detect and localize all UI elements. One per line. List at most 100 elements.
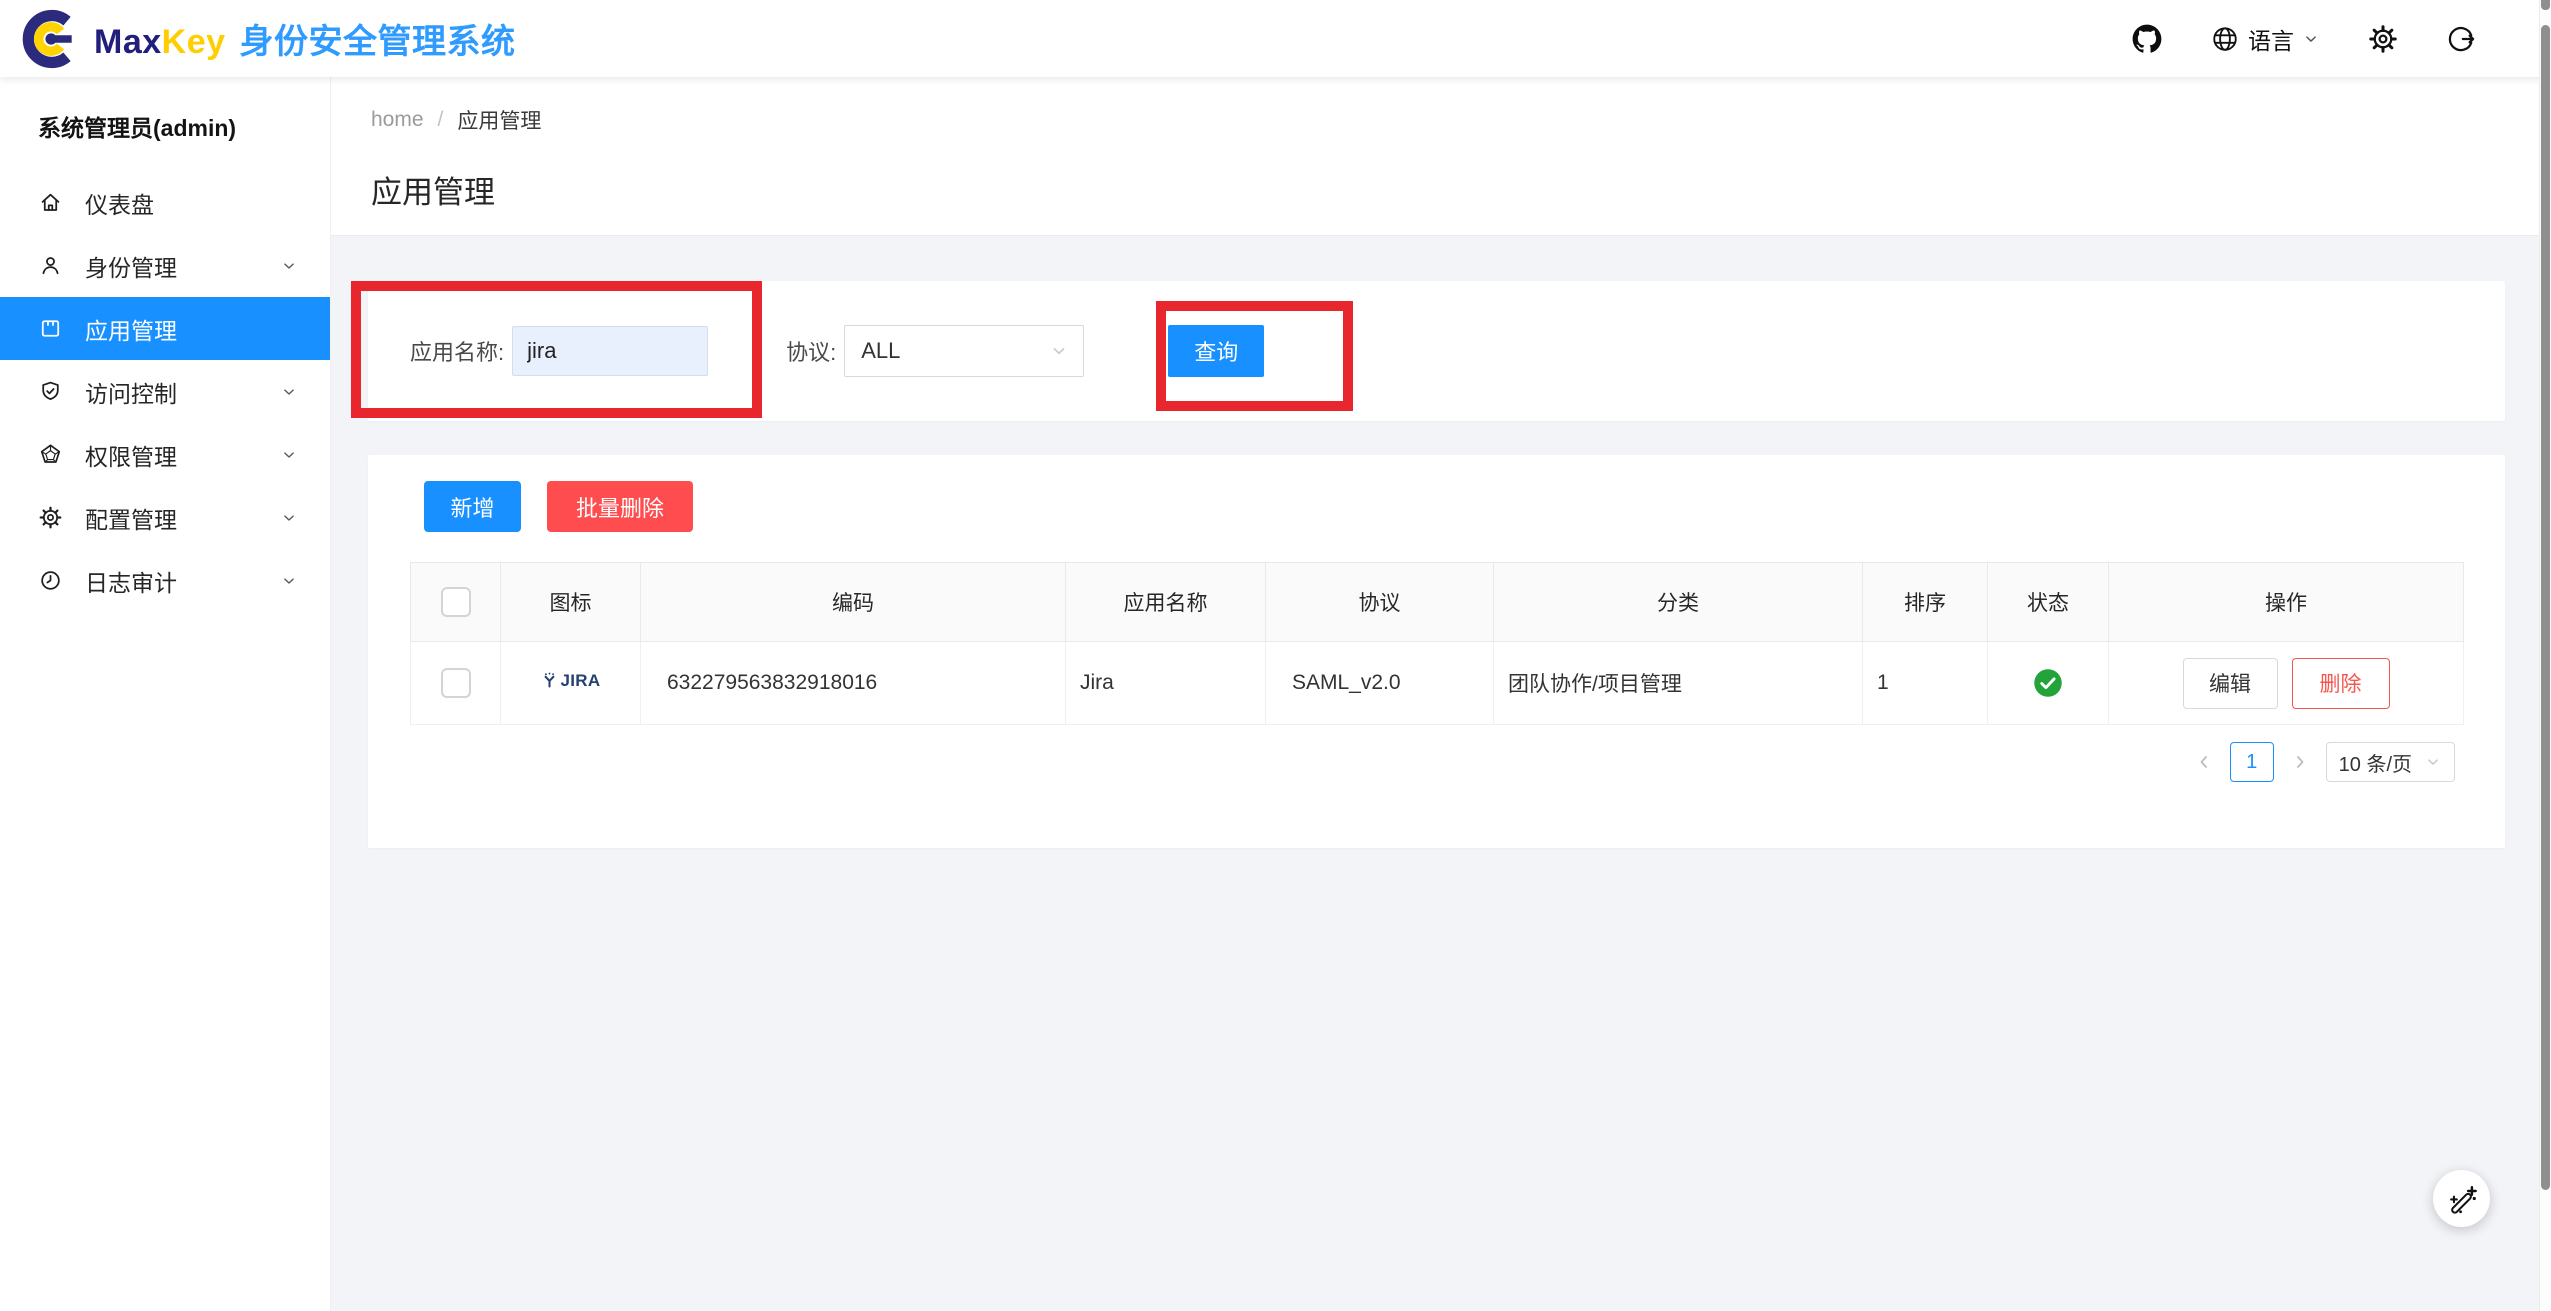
app-name-input[interactable] <box>512 326 708 376</box>
globe-icon <box>2210 24 2240 54</box>
chevron-down-icon <box>280 446 298 464</box>
scrollbar-top-fragment <box>2541 0 2550 10</box>
home-icon <box>38 190 63 215</box>
logout-icon[interactable] <box>2446 24 2476 54</box>
query-button[interactable]: 查询 <box>1168 325 1264 377</box>
brand: MaxKey 身份安全管理系统 <box>22 6 516 72</box>
page-title: 应用管理 <box>371 167 2540 212</box>
brand-max: Max <box>94 23 162 61</box>
select-all-checkbox[interactable] <box>441 587 471 617</box>
sidebar-item-configuration[interactable]: 配置管理 <box>0 486 330 549</box>
column-header-protocol: 协议 <box>1266 563 1494 642</box>
scrollbar-thumb[interactable] <box>2541 25 2550 1190</box>
chevron-down-icon <box>280 509 298 527</box>
previous-page-icon[interactable] <box>2194 752 2214 772</box>
column-header-app-name: 应用名称 <box>1066 563 1266 642</box>
sidebar-item-dashboard[interactable]: 仪表盘 <box>0 171 330 234</box>
row-status-cell <box>1988 642 2109 725</box>
language-selector[interactable]: 语言 <box>2210 22 2320 56</box>
table-toolbar: 新增 批量删除 <box>368 455 2505 532</box>
chevron-down-icon <box>280 383 298 401</box>
row-icon-cell: JIRA <box>501 642 641 725</box>
column-header-icon: 图标 <box>501 563 641 642</box>
column-header-sort: 排序 <box>1863 563 1988 642</box>
row-category-cell: 团队协作/项目管理 <box>1494 642 1863 725</box>
breadcrumb-home[interactable]: home <box>371 108 424 132</box>
sidebar-menu: 仪表盘 身份管理 应用管理 访问控制 <box>0 171 330 612</box>
sidebar-item-label: 配置管理 <box>85 501 177 535</box>
sidebar-item-label: 身份管理 <box>85 249 177 283</box>
sidebar-item-label: 应用管理 <box>85 312 177 346</box>
row-protocol-cell: SAML_v2.0 <box>1266 642 1494 725</box>
sidebar-item-label: 日志审计 <box>85 564 177 598</box>
sidebar-item-label: 权限管理 <box>85 438 177 472</box>
page-number-button[interactable]: 1 <box>2230 742 2274 782</box>
pagination: 1 10 条/页 <box>2194 742 2455 782</box>
page-size-value: 10 条/页 <box>2339 748 2412 777</box>
sidebar: 系统管理员(admin) 仪表盘 身份管理 应用管理 <box>0 77 331 1311</box>
table-header-row: 图标 编码 应用名称 协议 分类 排序 状态 操作 <box>411 563 2464 642</box>
vertical-scrollbar <box>2539 0 2551 1311</box>
next-page-icon[interactable] <box>2290 752 2310 772</box>
page-hero: home / 应用管理 应用管理 <box>331 77 2540 236</box>
clock-icon <box>38 568 63 593</box>
current-user-label: 系统管理员(admin) <box>0 77 330 157</box>
maxkey-admin-window: MaxKey 身份安全管理系统 语言 <box>0 0 2551 1311</box>
row-checkbox[interactable] <box>441 668 471 698</box>
select-all-header <box>411 563 501 642</box>
row-code-cell: 632279563832918016 <box>641 642 1066 725</box>
settings-gear-icon[interactable] <box>2368 24 2398 54</box>
github-icon[interactable] <box>2132 24 2162 54</box>
sidebar-item-permissions[interactable]: 权限管理 <box>0 423 330 486</box>
chevron-down-icon <box>2302 30 2320 48</box>
sidebar-item-label: 仪表盘 <box>85 186 154 220</box>
protocol-label: 协议: <box>786 335 836 367</box>
protocol-select[interactable]: ALL <box>844 325 1084 377</box>
app-window-icon <box>38 316 63 341</box>
header-actions: 语言 <box>2132 22 2476 56</box>
page-size-select[interactable]: 10 条/页 <box>2326 742 2455 782</box>
sidebar-item-label: 访问控制 <box>85 375 177 409</box>
row-app-name-cell: Jira <box>1066 642 1266 725</box>
status-enabled-icon <box>2033 668 2063 698</box>
column-header-status: 状态 <box>1988 563 2109 642</box>
add-button[interactable]: 新增 <box>424 481 521 532</box>
sidebar-item-audit-log[interactable]: 日志审计 <box>0 549 330 612</box>
applications-panel: 新增 批量删除 图标 编码 应用名称 协议 分类 排序 状态 操作 <box>368 455 2505 848</box>
brand-title: MaxKey 身份安全管理系统 <box>94 14 516 63</box>
protocol-selected-value: ALL <box>861 338 900 364</box>
breadcrumb: home / 应用管理 <box>371 105 2540 135</box>
brand-suffix: 身份安全管理系统 <box>240 23 516 61</box>
row-actions-cell: 编辑 删除 <box>2109 642 2464 725</box>
language-label: 语言 <box>2248 22 2294 56</box>
app-header: MaxKey 身份安全管理系统 语言 <box>0 0 2551 77</box>
breadcrumb-separator: / <box>438 108 444 132</box>
sidebar-item-access-control[interactable]: 访问控制 <box>0 360 330 423</box>
edit-button[interactable]: 编辑 <box>2183 658 2278 709</box>
app-name-label: 应用名称: <box>410 335 504 367</box>
sidebar-item-identity[interactable]: 身份管理 <box>0 234 330 297</box>
shield-check-icon <box>38 379 63 404</box>
magic-wand-fab[interactable] <box>2433 1170 2490 1227</box>
row-sort-cell: 1 <box>1863 642 1988 725</box>
row-select-cell <box>411 642 501 725</box>
batch-delete-button[interactable]: 批量删除 <box>547 481 693 532</box>
magic-wand-icon <box>2445 1182 2479 1216</box>
filter-panel: 应用名称: 协议: ALL 查询 <box>368 281 2505 421</box>
sidebar-item-applications[interactable]: 应用管理 <box>0 297 330 360</box>
chevron-down-icon <box>2424 753 2442 771</box>
jira-logo-text: JIRA <box>561 671 601 691</box>
chevron-down-icon <box>1049 341 1069 361</box>
breadcrumb-current: 应用管理 <box>457 105 541 135</box>
user-icon <box>38 253 63 278</box>
column-header-actions: 操作 <box>2109 563 2464 642</box>
jira-logo-icon: JIRA <box>541 671 601 691</box>
delete-button[interactable]: 删除 <box>2292 658 2390 709</box>
maxkey-logo-icon <box>22 6 82 72</box>
pentagon-icon <box>38 442 63 467</box>
chevron-down-icon <box>280 257 298 275</box>
column-header-code: 编码 <box>641 563 1066 642</box>
chevron-down-icon <box>280 572 298 590</box>
applications-table: 图标 编码 应用名称 协议 分类 排序 状态 操作 <box>410 562 2464 725</box>
brand-key: Key <box>162 23 226 61</box>
